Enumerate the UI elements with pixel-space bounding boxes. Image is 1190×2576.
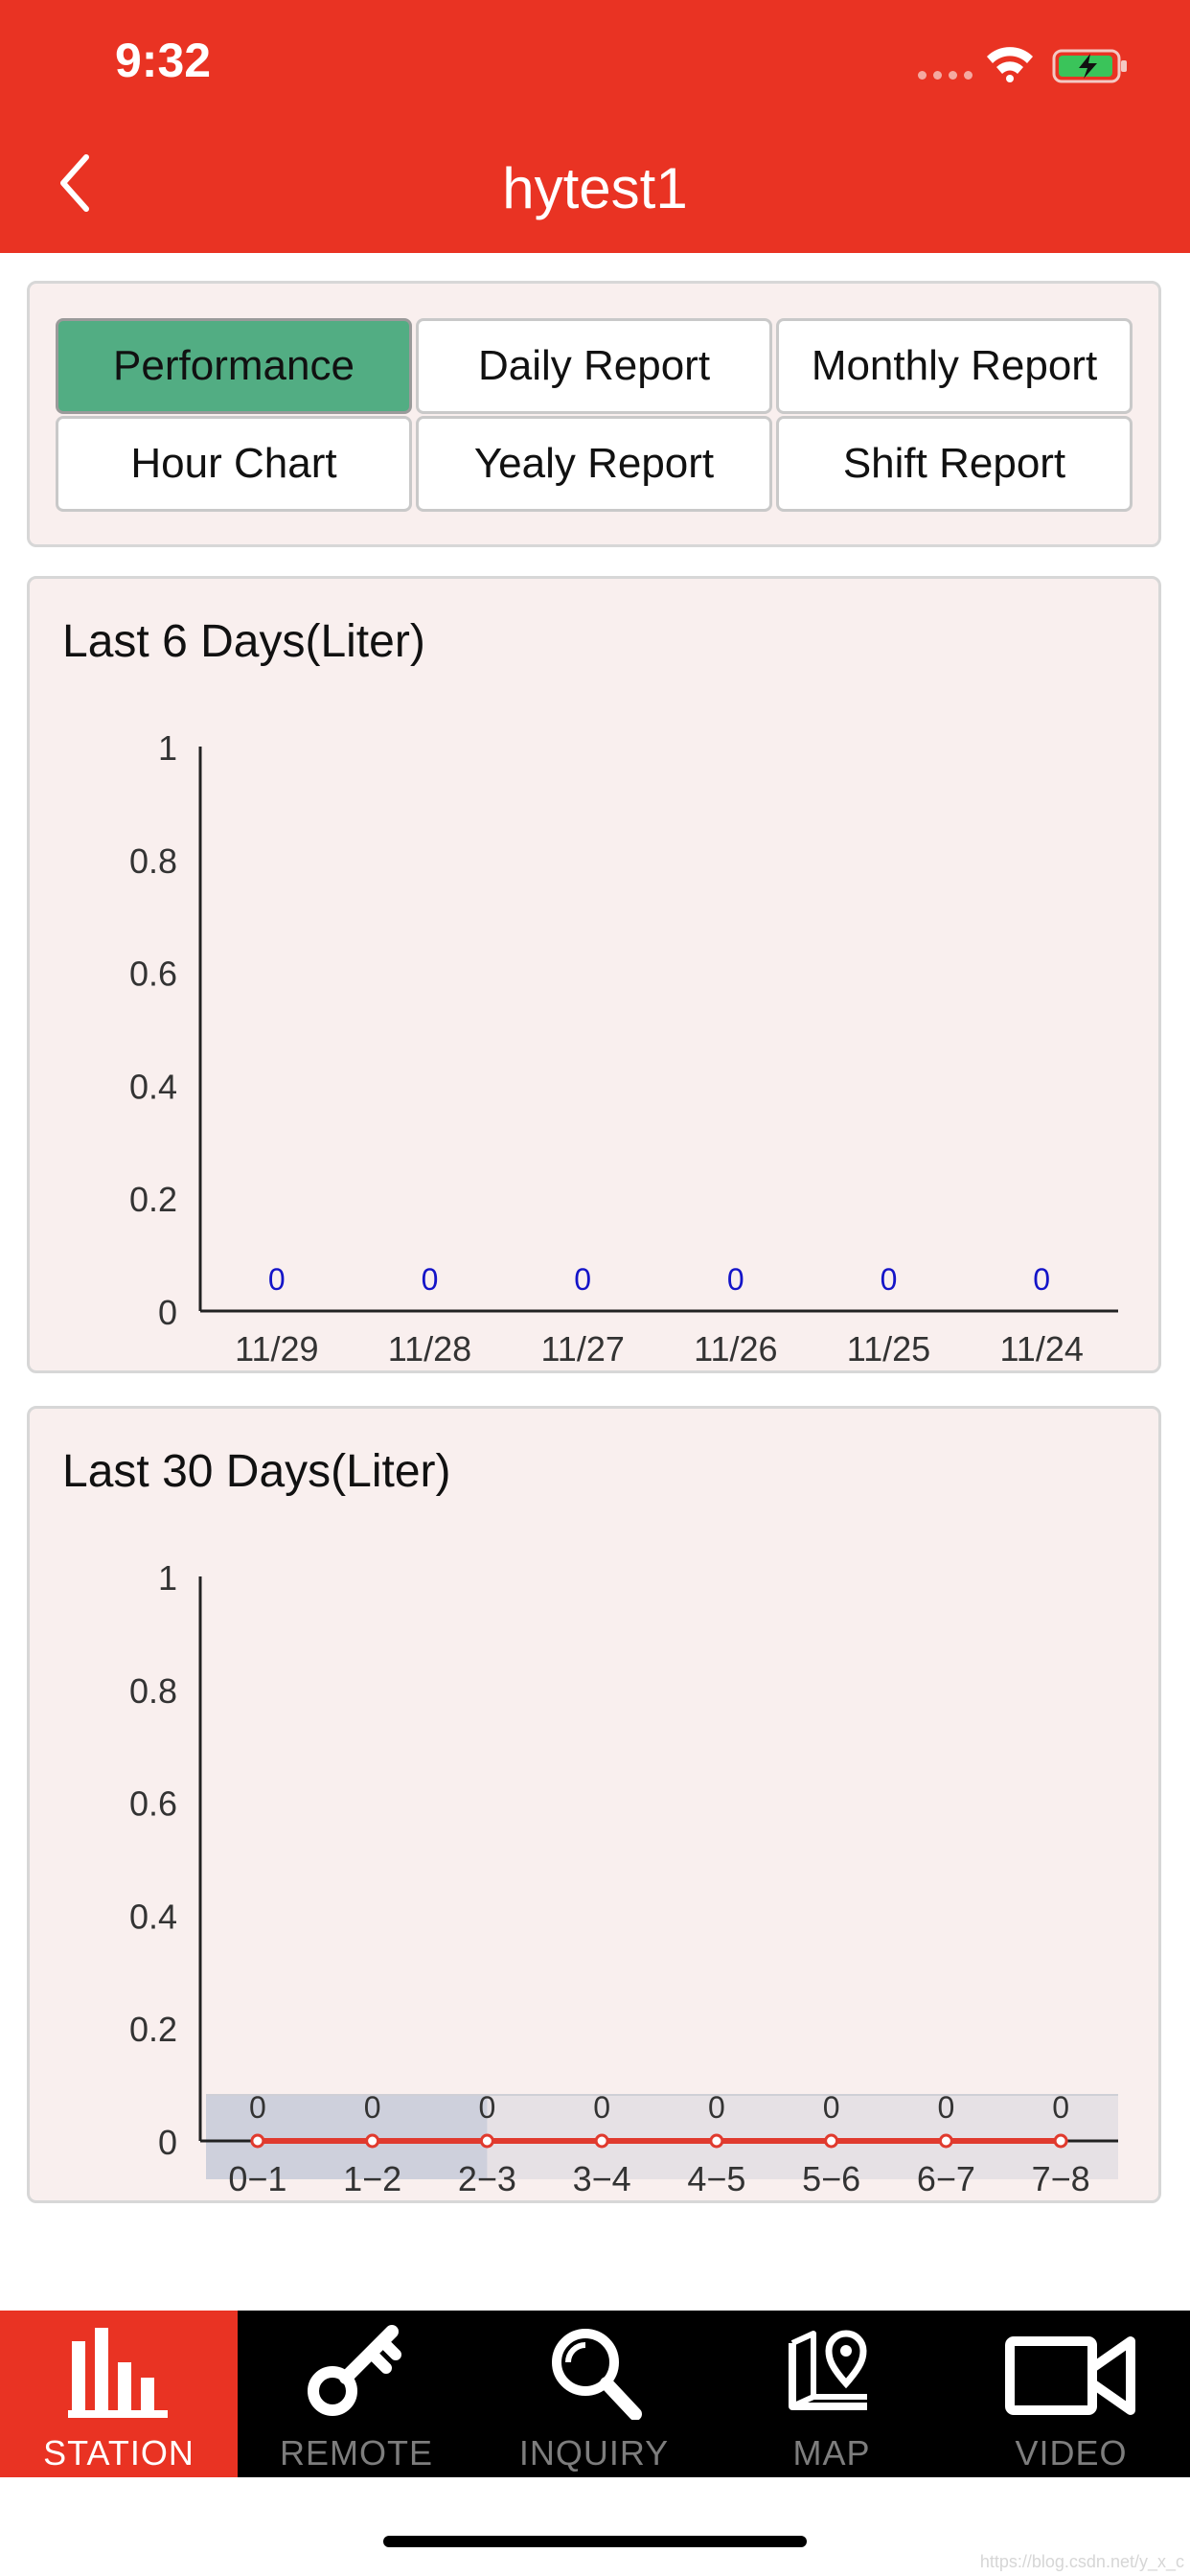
x-tick-label: 7−8 bbox=[1032, 2159, 1090, 2198]
nav-map[interactable]: MAP bbox=[713, 2311, 950, 2477]
x-tick-label: 6−7 bbox=[917, 2159, 975, 2198]
x-tick-label: 2−3 bbox=[458, 2159, 516, 2198]
y-tick-label: 0.8 bbox=[129, 1671, 177, 1711]
nav-label: REMOTE bbox=[279, 2433, 433, 2472]
y-tick-label: 0 bbox=[158, 1293, 177, 1332]
y-tick-label: 0.6 bbox=[129, 1784, 177, 1824]
y-tick-label: 0.6 bbox=[129, 954, 177, 994]
x-tick-label: 3−4 bbox=[573, 2159, 631, 2198]
x-tick-label: 11/24 bbox=[999, 1329, 1083, 1368]
data-label: 0 bbox=[1033, 1262, 1050, 1297]
data-point bbox=[709, 2133, 724, 2149]
data-label: 0 bbox=[937, 2090, 954, 2125]
x-tick-label: 11/26 bbox=[694, 1329, 777, 1368]
x-tick-label: 1−2 bbox=[343, 2159, 401, 2198]
tab-hour-chart[interactable]: Hour Chart bbox=[56, 416, 412, 512]
data-label: 0 bbox=[574, 1262, 591, 1297]
y-tick-label: 1 bbox=[158, 728, 177, 768]
map-pin-icon bbox=[789, 2330, 867, 2410]
data-label: 0 bbox=[593, 2090, 610, 2125]
home-indicator bbox=[383, 2536, 807, 2547]
status-time: 9:32 bbox=[115, 34, 212, 87]
data-label: 0 bbox=[422, 1262, 439, 1297]
last-6-days-chart-card: Last 6 Days(Liter) 0 0.2 0.4 0.6 0.8 1 11/29 11… bbox=[27, 576, 1161, 1373]
report-tabs-panel: Performance Daily Report Monthly Report … bbox=[27, 281, 1161, 547]
wifi-icon bbox=[987, 47, 1033, 82]
data-point bbox=[250, 2133, 265, 2149]
data-point bbox=[479, 2133, 494, 2149]
nav-inquiry[interactable]: INQUIRY bbox=[475, 2311, 713, 2477]
data-label: 0 bbox=[823, 2090, 840, 2125]
nav-label: MAP bbox=[792, 2433, 871, 2472]
data-label: 0 bbox=[249, 2090, 266, 2125]
data-label: 0 bbox=[708, 2090, 725, 2125]
x-tick-label: 11/25 bbox=[847, 1329, 930, 1368]
nav-label: STATION bbox=[43, 2433, 195, 2472]
x-tick-label: 11/28 bbox=[388, 1329, 471, 1368]
y-tick-label: 0 bbox=[158, 2123, 177, 2162]
x-tick-label: 0−1 bbox=[228, 2159, 286, 2198]
tab-performance[interactable]: Performance bbox=[56, 318, 412, 414]
y-tick-label: 0.4 bbox=[129, 1067, 177, 1106]
app-header: 9:32 hytest1 bbox=[0, 0, 1190, 253]
nav-remote[interactable]: REMOTE bbox=[238, 2311, 475, 2477]
tab-yealy-report[interactable]: Yealy Report bbox=[416, 416, 772, 512]
tab-monthly-report[interactable]: Monthly Report bbox=[776, 318, 1133, 414]
y-tick-label: 0.8 bbox=[129, 841, 177, 881]
bottom-tab-bar: STATION REMOTE INQUIRY MAP VIDEO bbox=[0, 2311, 1190, 2477]
data-label: 0 bbox=[364, 2090, 381, 2125]
video-camera-icon bbox=[1005, 2336, 1135, 2415]
tab-daily-report[interactable]: Daily Report bbox=[416, 318, 772, 414]
x-tick-label: 5−6 bbox=[802, 2159, 860, 2198]
search-icon bbox=[552, 2329, 642, 2420]
data-label: 0 bbox=[1052, 2090, 1069, 2125]
data-point bbox=[938, 2133, 953, 2149]
data-point bbox=[594, 2133, 609, 2149]
signal-icon bbox=[918, 71, 973, 80]
data-point bbox=[824, 2133, 839, 2149]
tab-shift-report[interactable]: Shift Report bbox=[776, 416, 1133, 512]
page-title: hytest1 bbox=[502, 156, 688, 220]
x-tick-label: 4−5 bbox=[687, 2159, 745, 2198]
data-point bbox=[1053, 2133, 1068, 2149]
data-label: 0 bbox=[478, 2090, 495, 2125]
nav-video[interactable]: VIDEO bbox=[952, 2311, 1190, 2477]
bar-chart-icon bbox=[68, 2328, 168, 2418]
nav-label: INQUIRY bbox=[518, 2433, 670, 2472]
y-tick-label: 1 bbox=[158, 1558, 177, 1598]
nav-station[interactable]: STATION bbox=[0, 2311, 238, 2477]
key-icon bbox=[308, 2325, 401, 2416]
y-tick-label: 0.2 bbox=[129, 1180, 177, 1219]
nav-label: VIDEO bbox=[1015, 2433, 1128, 2472]
x-tick-label: 11/29 bbox=[235, 1329, 318, 1368]
last-30-days-chart-card: Last 30 Days(Liter) 0 0.2 0.4 0.6 0.8 1 0−1 1−2… bbox=[27, 1406, 1161, 2203]
data-label: 0 bbox=[268, 1262, 286, 1297]
last-30-days-chart[interactable]: 0 0.2 0.4 0.6 0.8 1 0−1 1−2 2−3 3−4 4−5 5−6 6−7 7−8 0 0… bbox=[30, 1409, 1158, 2200]
last-6-days-chart: 0 0.2 0.4 0.6 0.8 1 11/29 11/28 11/27 11/26 11/25 1… bbox=[129, 728, 1118, 1368]
x-tick-label: 11/27 bbox=[540, 1329, 624, 1368]
y-tick-label: 0.2 bbox=[129, 2010, 177, 2049]
data-label: 0 bbox=[881, 1262, 898, 1297]
data-label: 0 bbox=[727, 1262, 744, 1297]
y-tick-label: 0.4 bbox=[129, 1897, 177, 1936]
data-point bbox=[365, 2133, 380, 2149]
watermark: https://blog.csdn.net/y_x_c bbox=[979, 2552, 1184, 2571]
battery-icon bbox=[1052, 49, 1127, 83]
